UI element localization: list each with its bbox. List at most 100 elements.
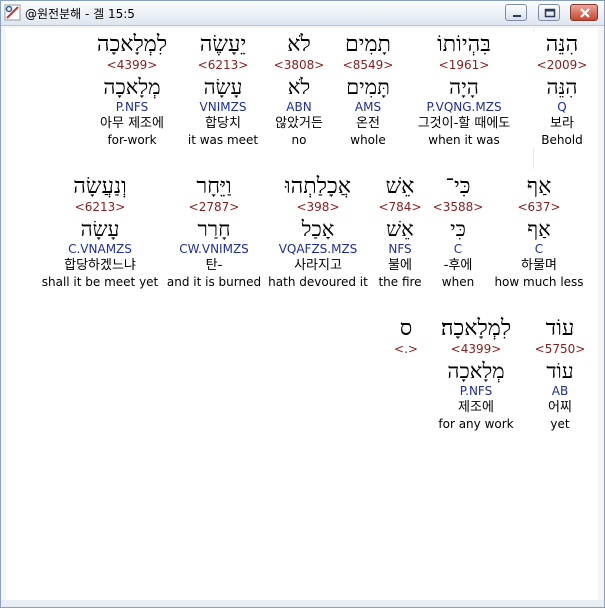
- word-cell[interactable]: אַף <637> אַף C 하물며 how much less: [490, 174, 588, 290]
- word-cell[interactable]: וְנַעֲשָׂה <6213> עָשָׂה C.VNAMZS 합당하겠느냐…: [40, 174, 160, 290]
- hebrew-word: לִמְלָאכָה: [96, 32, 168, 57]
- lemma: אֵשׁ: [386, 217, 414, 241]
- hebrew-word: אַף: [526, 174, 552, 199]
- minimize-icon: [513, 15, 521, 17]
- word-cell[interactable]: כִּי־ <3588> כִּי C -후에 when: [431, 174, 485, 290]
- strong-number: <2009>: [536, 58, 588, 72]
- word-cell[interactable]: לִמְלָאכָה <4399> מְלָאכָה P.NFS 아무 제조에 …: [86, 32, 178, 148]
- korean-gloss: 아무 제조에: [100, 116, 164, 131]
- korean-gloss: 않았거든: [275, 116, 323, 131]
- strong-number: <.>: [394, 342, 418, 356]
- morphology: P.NFS: [459, 384, 493, 398]
- english-gloss: for any work: [438, 417, 514, 431]
- lemma: אַף: [527, 217, 551, 241]
- morphology: CW.VNIMZS: [179, 242, 249, 256]
- lemma: מְלָאכָה: [447, 359, 505, 383]
- english-gloss: how much less: [494, 275, 584, 289]
- word-cell[interactable]: אֲכָלַתְהוּ <398> אָכַל VQAFZS.MZS 사라지고 …: [268, 174, 368, 290]
- word-cell[interactable]: ס <.>: [388, 316, 424, 357]
- morphology: NFS: [388, 242, 412, 256]
- morphology: VNIMZS: [199, 100, 247, 114]
- lemma: לֹא: [287, 75, 311, 99]
- hebrew-word: וַיֵּחָר: [196, 174, 232, 199]
- korean-gloss: 어찌: [548, 400, 572, 415]
- word-cell[interactable]: וַיֵּחָר <2787> חָרַר CW.VNIMZS 탄- and i…: [164, 174, 264, 290]
- hebrew-word: אֲכָלַתְהוּ: [285, 174, 351, 199]
- morphology: C.VNAMZS: [68, 242, 132, 256]
- korean-gloss: 하물며: [521, 258, 557, 273]
- hebrew-word: לֹא: [287, 32, 311, 57]
- strong-number: <398>: [296, 200, 340, 214]
- strong-number: <4399>: [106, 58, 158, 72]
- english-gloss: hath devoured it: [268, 275, 368, 289]
- morphology: AMS: [354, 100, 382, 114]
- morphology: C: [453, 242, 463, 256]
- word-cell[interactable]: הִנֵּה <2009> הִנֵּה Q 보라 Behold: [533, 32, 591, 148]
- hebrew-word: לִמְלָאכָה׃: [440, 316, 512, 341]
- english-gloss: for-work: [107, 133, 157, 147]
- strong-number: <1961>: [438, 58, 490, 72]
- english-gloss: shall it be meet yet: [41, 275, 159, 289]
- word-cell[interactable]: אֵשׁ <784> אֵשׁ NFS 불에 the fire: [372, 174, 428, 290]
- close-button[interactable]: [570, 4, 598, 21]
- english-gloss: when it was: [428, 133, 500, 147]
- window-title: @원전분해 - 겔 15:5: [25, 7, 135, 21]
- word-cell[interactable]: לִמְלָאכָה׃ <4399> מְלָאכָה P.NFS 제조에 fo…: [428, 316, 524, 432]
- hebrew-word: בִּהְיוֹתוֹ: [437, 32, 491, 57]
- korean-gloss: 합당치: [205, 116, 241, 131]
- korean-gloss: 그것이-할 때에도: [417, 116, 511, 131]
- morphology: ABN: [286, 100, 312, 114]
- hebrew-word: ס: [399, 316, 413, 341]
- lemma: עוֹד: [546, 359, 574, 383]
- lemma: הִנֵּה: [546, 75, 578, 99]
- english-gloss: Behold: [541, 133, 583, 147]
- strong-number: <5750>: [534, 342, 586, 356]
- korean-gloss: 탄-: [205, 258, 223, 273]
- strong-number: <6213>: [74, 200, 126, 214]
- hebrew-word: הִנֵּה: [545, 32, 579, 57]
- maximize-icon: [544, 8, 556, 18]
- word-cell[interactable]: בִּהְיוֹתוֹ <1961> הָיָה P.VQNG.MZS 그것이-…: [403, 32, 525, 148]
- strong-number: <4399>: [450, 342, 502, 356]
- morphology: P.VQNG.MZS: [426, 100, 502, 114]
- word-cell[interactable]: תָמִים <8549> תָּמִים AMS 온전 whole: [336, 32, 400, 148]
- close-icon: [580, 8, 590, 18]
- maximize-button[interactable]: [538, 4, 560, 21]
- morphology: VQAFZS.MZS: [278, 242, 358, 256]
- hebrew-word: אֵשׁ: [385, 174, 415, 199]
- hebrew-word: עוֹד: [545, 316, 575, 341]
- minimize-button[interactable]: [505, 4, 527, 21]
- word-cell[interactable]: עוֹד <5750> עוֹד AB 어찌 yet: [530, 316, 590, 432]
- english-gloss: no: [291, 133, 307, 147]
- hebrew-word: כִּי־: [445, 174, 471, 199]
- english-gloss: yet: [550, 417, 570, 431]
- english-gloss: when: [441, 275, 475, 289]
- lemma: מְלָאכָה: [103, 75, 161, 99]
- korean-gloss: 합당하겠느냐: [64, 258, 136, 273]
- lemma: הָיָה: [449, 75, 479, 99]
- lemma: עָשָׂה: [80, 217, 120, 241]
- strong-number: <2787>: [188, 200, 240, 214]
- korean-gloss: 사라지고: [294, 258, 342, 273]
- title-bar[interactable]: @원전분해 - 겔 15:5: [1, 1, 604, 26]
- english-gloss: whole: [350, 133, 386, 147]
- english-gloss: and it is burned: [166, 275, 262, 289]
- lemma: אָכַל: [301, 217, 335, 241]
- korean-gloss: 보라: [550, 116, 574, 131]
- lemma: עָשָׂה: [203, 75, 243, 99]
- word-cell[interactable]: לֹא <3808> לֹא ABN 않았거든 no: [266, 32, 332, 148]
- word-cell[interactable]: יֵעָשֶׂה <6213> עָשָׂה VNIMZS 합당치 it was…: [184, 32, 262, 148]
- strong-number: <3588>: [432, 200, 484, 214]
- korean-gloss: 온전: [356, 116, 380, 131]
- morphology: Q: [557, 100, 567, 114]
- english-gloss: the fire: [378, 275, 422, 289]
- verse-analysis-panel: הִנֵּה <2009> הִנֵּה Q 보라 Behold בִּהְיו…: [6, 28, 598, 600]
- hebrew-word: יֵעָשֶׂה: [199, 32, 247, 57]
- main-window: @원전분해 - 겔 15:5 הִנֵּה <2009> הִנֵּה Q 보라…: [0, 0, 605, 608]
- hebrew-tool-icon[interactable]: [4, 4, 21, 21]
- strong-number: <637>: [517, 200, 561, 214]
- morphology: AB: [551, 384, 569, 398]
- hebrew-word: וְנַעֲשָׂה: [73, 174, 127, 199]
- strong-number: <784>: [378, 200, 422, 214]
- hebrew-word: תָמִים: [345, 32, 391, 57]
